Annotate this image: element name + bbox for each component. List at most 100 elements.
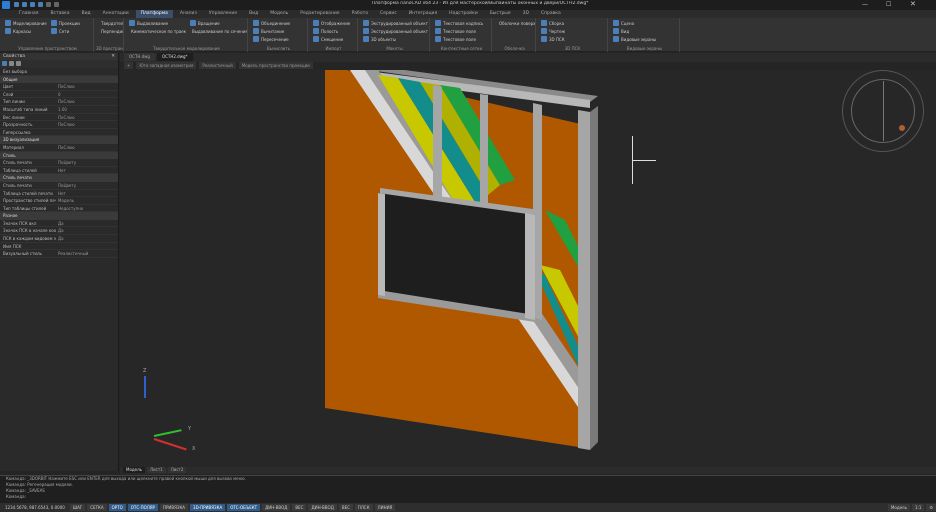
property-row[interactable]: Гиперссылка [0,129,118,137]
ribbon-button[interactable]: Текстовое поле [435,36,476,42]
stud-2[interactable] [480,94,488,210]
property-value[interactable]: ПоСлою [56,98,118,105]
property-row[interactable]: Вес линии ПоСлою [0,114,118,122]
app-logo-icon[interactable] [2,1,10,9]
property-value[interactable]: 0 [56,91,118,98]
layout-tab[interactable]: Лист2 [167,467,187,473]
document-tab[interactable]: OCTH2.dwg* [156,53,193,61]
print-icon[interactable] [38,2,43,7]
new-icon[interactable] [14,2,19,7]
selection-row[interactable]: Без выбора [0,68,118,76]
ribbon-button[interactable]: Проекции [51,20,80,26]
ribbon-tab[interactable]: Вид [244,10,263,18]
command-window[interactable]: Команда: _3DORBIT Нажмите ESC или ENTER … [0,475,936,503]
ribbon-button[interactable]: Полость [313,28,338,34]
property-value[interactable]: ПоСлою [56,114,118,121]
stud-1[interactable] [433,85,442,205]
property-row[interactable]: Цвет ПоСлою [0,83,118,91]
viewport-control[interactable]: + [124,62,134,69]
property-value[interactable]: Нет [56,190,118,197]
quick-select-icon[interactable] [9,61,14,66]
ribbon-button[interactable]: Экструдированный объект [363,28,428,34]
property-value[interactable]: ПоЦвету [56,182,118,189]
panel-close-icon[interactable]: ✕ [111,53,118,60]
ribbon-button[interactable]: Сборка [541,20,564,26]
status-toggle-button[interactable]: ОТС-ПОЛЯР [127,504,158,511]
document-tab[interactable]: OCTH.dwg [124,53,155,61]
ribbon-button[interactable]: Выдавливание [129,20,168,26]
property-section-header[interactable]: 3D визуализация [0,136,118,144]
viewport-control[interactable]: Модель пространства проекции [238,62,313,69]
status-toggle-button[interactable]: ОТС-ОБЪЕКТ [227,504,261,511]
ribbon-tab[interactable]: Модель [265,10,293,18]
viewport-control[interactable]: Юго-западная изометрия [136,62,197,69]
ribbon-button[interactable]: Вычитание [253,28,284,34]
status-toggle-button[interactable]: ВЕС [292,504,307,511]
quick-access-toolbar[interactable] [14,2,104,8]
status-toggle-button[interactable]: ПЛСК [354,504,373,511]
status-toggle-button[interactable]: ВЕС [338,504,353,511]
viewcube-compass[interactable] [842,70,924,152]
property-row[interactable]: Стиль печати ПоЦвету [0,159,118,167]
ribbon-button[interactable]: 3D ПСК [541,36,565,42]
close-icon[interactable]: ✕ [910,0,916,8]
minimize-icon[interactable]: — [862,1,868,8]
property-value[interactable]: ПоСлою [56,121,118,128]
ribbon-button[interactable]: Видовые экраны [613,36,656,42]
property-section-header[interactable]: Стиль печати [0,174,118,182]
property-value[interactable]: Да [56,227,118,234]
ribbon-button[interactable]: Смещение [313,36,343,42]
property-value[interactable]: 1.00 [56,106,118,113]
property-section-header[interactable]: Разное [0,212,118,220]
ribbon-tab[interactable]: Быстрые [485,10,516,18]
ribbon-tab[interactable]: Вставка [45,10,74,18]
ribbon-tab[interactable]: Редактирование [295,10,344,18]
ribbon-button[interactable]: Пересечение [253,36,289,42]
ribbon-button[interactable]: Отображение [313,20,350,26]
ribbon-button[interactable]: Перпендикуляр [99,28,123,34]
property-row[interactable]: Масштаб типа линий 1.00 [0,106,118,114]
ribbon-button[interactable]: Сцена [613,20,634,26]
status-toggle-button[interactable]: СЕТКА [87,504,107,511]
ribbon-button[interactable]: Вид [613,28,629,34]
property-value[interactable]: ПоСлою [56,83,118,90]
viewcube-dot-icon[interactable] [899,125,905,131]
property-row[interactable]: Таблица стилей Нет [0,167,118,175]
layout-tab[interactable]: Модель [123,467,146,473]
property-row[interactable]: Значок ПСК в начале координатДа [0,227,118,236]
property-row[interactable]: Тип таблицы стилей Недоступно [0,205,118,213]
ribbon-tab[interactable]: 3D [518,10,534,18]
property-section-header[interactable]: Стиль [0,151,118,160]
property-row[interactable]: Стиль печати ПоЦвету [0,182,118,190]
property-row[interactable]: Слой 0 [0,91,118,99]
status-toggle-button[interactable]: ЛИНИЯ [374,504,396,511]
ribbon-button[interactable]: Моделирование [5,20,47,26]
ribbon-button[interactable]: Выдавливание по сечениям [190,28,247,34]
ribbon-button[interactable]: Оболочки поверхности [497,20,535,26]
ribbon-tab[interactable]: Аннотации [98,10,134,18]
property-value[interactable]: Модель [56,197,118,204]
select-objects-icon[interactable] [2,61,7,66]
property-value[interactable] [56,243,118,250]
viewport-control[interactable]: Реалистичный [199,62,236,69]
ribbon-button[interactable]: 3D объекты [363,36,396,42]
property-value[interactable]: Реалистичный [56,250,118,257]
maximize-icon[interactable]: ☐ [886,1,891,8]
ribbon-tab[interactable]: Вид [77,10,96,18]
ribbon-tab[interactable]: Надстройки [444,10,483,18]
property-value[interactable]: ПоЦвету [56,159,118,166]
ribbon-button[interactable]: Экструдированный объект [363,20,428,26]
ribbon-tab[interactable]: Главная [14,10,43,18]
property-row[interactable]: Прозрачность ПоСлою [0,121,118,129]
property-row[interactable]: Имя ПСК [0,243,118,251]
property-row[interactable]: Визуальный стиль Реалистичный [0,250,118,258]
status-toggle-button[interactable]: ОРТО [108,504,126,511]
property-row[interactable]: ПСК в каждом видовом экранеДа [0,235,118,243]
ribbon-button[interactable]: Чертеж [541,28,565,34]
property-value[interactable]: Нет [56,167,118,174]
save-icon[interactable] [30,2,35,7]
property-row[interactable]: Пространство стилей печатиМодель [0,197,118,205]
status-right-item[interactable]: 1:1 [911,504,925,511]
status-right-item[interactable]: ⚙ [926,504,936,511]
property-row[interactable]: Значок ПСК вкл Да [0,220,118,228]
